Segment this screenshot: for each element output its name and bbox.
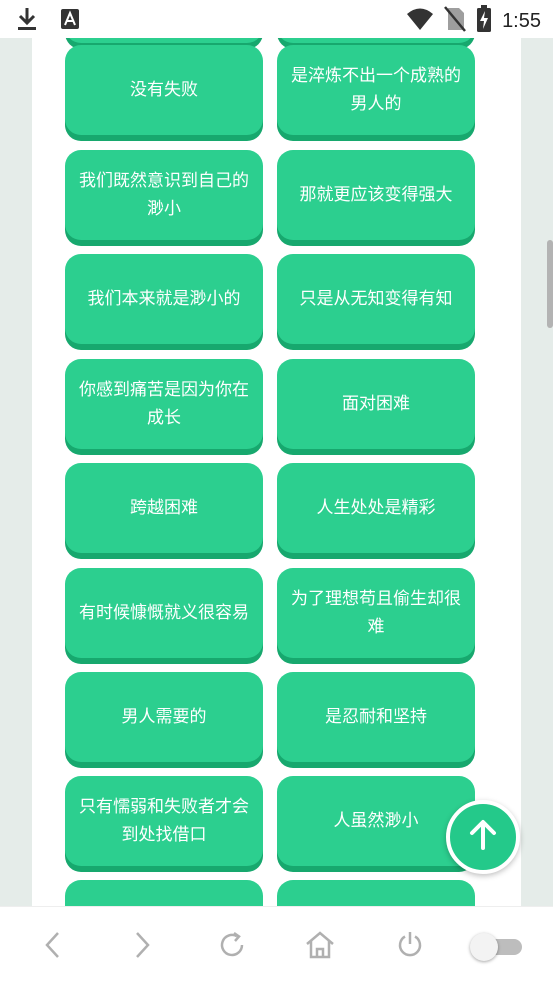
quote-card[interactable]: [277, 880, 475, 906]
quote-card[interactable]: 我们既然意识到自己的渺小: [65, 150, 263, 240]
quote-card[interactable]: 没有失败: [65, 45, 263, 135]
quote-text: 是忍耐和坚持: [325, 707, 427, 727]
status-time: 1:55: [502, 9, 541, 32]
quote-panel: 没有失败 是淬炼不出一个成熟的男人的 我们既然意识到自己的渺小 那就更应该变得强…: [32, 38, 521, 906]
quote-text: 没有失败: [130, 80, 198, 100]
scroll-to-top-button[interactable]: [446, 800, 520, 874]
home-button[interactable]: [300, 927, 340, 967]
quote-text: 面对困难: [342, 394, 410, 414]
night-mode-toggle[interactable]: [470, 933, 522, 961]
quote-card[interactable]: [277, 38, 475, 43]
quote-text: 那就更应该变得强大: [299, 185, 453, 205]
status-bar: 1:55: [0, 0, 553, 38]
arrow-up-icon: [466, 818, 500, 856]
quote-card[interactable]: [65, 38, 263, 43]
quote-text: 人虽然渺小: [333, 811, 419, 831]
quote-card[interactable]: 我们本来就是渺小的: [65, 254, 263, 344]
quote-text: 只是从无知变得有知: [299, 289, 453, 309]
content-area[interactable]: 没有失败 是淬炼不出一个成熟的男人的 我们既然意识到自己的渺小 那就更应该变得强…: [0, 38, 553, 906]
wifi-icon: [406, 7, 434, 35]
quote-text: 有时候慷慨就义很容易: [79, 603, 249, 623]
quote-text: 为了理想苟且偷生却很难: [291, 589, 461, 637]
refresh-button[interactable]: [212, 927, 252, 967]
forward-icon: [131, 930, 153, 964]
quote-card[interactable]: [65, 880, 263, 906]
home-icon: [304, 930, 336, 964]
quote-text: 只有懦弱和失败者才会到处找借口: [79, 797, 249, 845]
power-icon: [395, 930, 425, 964]
quote-card[interactable]: 有时候慷慨就义很容易: [65, 568, 263, 658]
quote-text: 跨越困难: [130, 498, 198, 518]
font-app-icon: [60, 8, 80, 34]
back-button[interactable]: [33, 927, 73, 967]
quote-card[interactable]: 为了理想苟且偷生却很难: [277, 568, 475, 658]
refresh-icon: [217, 930, 247, 964]
quote-text: 是淬炼不出一个成熟的男人的: [291, 66, 461, 114]
download-icon: [16, 6, 38, 36]
quote-text: 人生处处是精彩: [316, 498, 436, 518]
forward-button[interactable]: [122, 927, 162, 967]
quote-card[interactable]: 只是从无知变得有知: [277, 254, 475, 344]
battery-charging-icon: [476, 5, 492, 37]
power-button[interactable]: [390, 927, 430, 967]
quote-card[interactable]: 面对困难: [277, 359, 475, 449]
bottom-navigation-bar: [0, 906, 553, 983]
quote-card[interactable]: 只有懦弱和失败者才会到处找借口: [65, 776, 263, 866]
back-icon: [42, 930, 64, 964]
quote-card[interactable]: 人虽然渺小: [277, 776, 475, 866]
quote-card[interactable]: 男人需要的: [65, 672, 263, 762]
quote-card[interactable]: 你感到痛苦是因为你在成长: [65, 359, 263, 449]
quote-card[interactable]: 人生处处是精彩: [277, 463, 475, 553]
quote-card[interactable]: 那就更应该变得强大: [277, 150, 475, 240]
quote-card[interactable]: 跨越困难: [65, 463, 263, 553]
quote-text: 你感到痛苦是因为你在成长: [79, 380, 249, 428]
quote-text: 男人需要的: [121, 707, 207, 727]
toggle-knob: [470, 933, 498, 961]
quote-text: 我们既然意识到自己的渺小: [79, 171, 249, 219]
no-sim-icon: [444, 6, 467, 36]
quote-card[interactable]: 是淬炼不出一个成熟的男人的: [277, 45, 475, 135]
quote-text: 我们本来就是渺小的: [87, 289, 241, 309]
quote-card[interactable]: 是忍耐和坚持: [277, 672, 475, 762]
scrollbar-thumb[interactable]: [547, 240, 553, 328]
